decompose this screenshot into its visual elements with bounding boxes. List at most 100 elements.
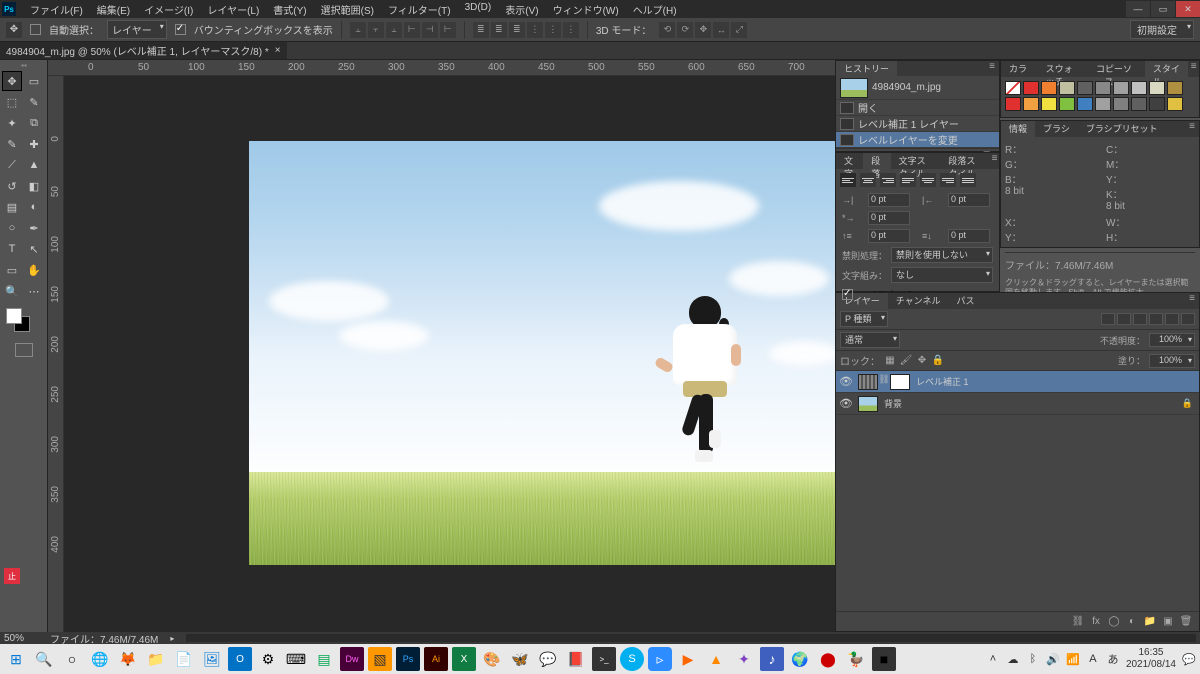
history-brush-tool[interactable]: ↺ (2, 176, 22, 196)
dist-hcenter-icon[interactable]: ⋮ (545, 22, 561, 38)
style-swatch[interactable] (1059, 97, 1075, 111)
marquee-tool[interactable]: ⬚ (2, 92, 22, 112)
tab-brush[interactable]: ブラシ (1035, 121, 1078, 137)
start-button[interactable]: ⊞ (4, 647, 28, 671)
style-swatch[interactable] (1059, 81, 1075, 95)
align-top-icon[interactable]: ⫠ (350, 22, 366, 38)
style-swatch[interactable] (1149, 81, 1165, 95)
panel-menu-icon[interactable]: ≡ (1188, 61, 1199, 77)
eyedropper-tool[interactable]: ✎ (2, 134, 22, 154)
3d-orbit-icon[interactable]: ⟲ (659, 22, 675, 38)
cmd-icon[interactable]: >_ (592, 647, 616, 671)
firefox-icon[interactable]: 🦊 (116, 647, 140, 671)
workspace-select[interactable]: 初期設定 (1130, 20, 1194, 39)
align-bottom-icon[interactable]: ⫠ (386, 22, 402, 38)
justify-center-button[interactable] (920, 173, 936, 187)
menu-layer[interactable]: レイヤー(L) (201, 0, 265, 19)
align-right-icon[interactable]: ⊢ (440, 22, 456, 38)
move-tool-icon[interactable]: ✥ (6, 22, 22, 38)
keyboard-icon[interactable]: ⌨ (284, 647, 308, 671)
3d-slide-icon[interactable]: ↔ (713, 22, 729, 38)
tab-channels[interactable]: チャンネル (888, 293, 949, 309)
align-center-button[interactable] (860, 173, 876, 187)
tab-history[interactable]: ヒストリー (836, 61, 897, 76)
new-layer-icon[interactable]: ▣ (1161, 615, 1175, 629)
link-layers-icon[interactable]: ⛓ (1071, 615, 1085, 629)
menu-image[interactable]: イメージ(I) (138, 0, 199, 19)
ime-a-icon[interactable]: A (1086, 652, 1100, 666)
lock-position-icon[interactable]: ✥ (916, 355, 928, 367)
tab-styles[interactable]: スタイル (1145, 61, 1188, 77)
minimize-button[interactable]: — (1126, 1, 1150, 17)
blend-mode-select[interactable]: 通常 (840, 332, 900, 348)
menu-select[interactable]: 選択範囲(S) (315, 0, 380, 19)
dark-icon[interactable]: ■ (872, 647, 896, 671)
indent-right-input[interactable]: 0 pt (948, 193, 990, 207)
music-icon[interactable]: ♪ (760, 647, 784, 671)
type-tool[interactable]: T (2, 239, 22, 259)
layer-kind-select[interactable]: P 種類 (840, 311, 888, 327)
settings-icon[interactable]: ⚙ (256, 647, 280, 671)
layer-item-background[interactable]: 👁 背景 🔒 (836, 393, 1199, 415)
tab-swatches[interactable]: スウォッチ (1038, 61, 1088, 77)
menu-view[interactable]: 表示(V) (499, 0, 544, 19)
outlook-icon[interactable]: O (228, 647, 252, 671)
pen-tool[interactable]: ✒ (24, 218, 44, 238)
mask-icon[interactable]: ◯ (1107, 615, 1121, 629)
cortana-icon[interactable]: ○ (60, 647, 84, 671)
layer-item-levels[interactable]: 👁 ⛓ レベル補正 1 (836, 371, 1199, 393)
tray-up-icon[interactable]: ˄ (986, 652, 1000, 666)
move-tool[interactable]: ✥ (2, 71, 22, 91)
chrome-icon[interactable]: 🌐 (88, 647, 112, 671)
filter-adjust-icon[interactable] (1117, 313, 1131, 325)
filter-type-icon[interactable] (1133, 313, 1147, 325)
lock-all-icon[interactable]: 🔒 (932, 355, 944, 367)
tab-brushpreset[interactable]: ブラシプリセット (1078, 121, 1166, 137)
3d-roll-icon[interactable]: ⟳ (677, 22, 693, 38)
dist-bottom-icon[interactable]: ≣ (509, 22, 525, 38)
brush-tool[interactable]: ⟋ (2, 155, 22, 175)
align-left-icon[interactable]: ⊢ (404, 22, 420, 38)
style-swatch[interactable] (1131, 97, 1147, 111)
zoom-tool[interactable]: 🔍 (2, 281, 22, 301)
mojikumi-select[interactable]: なし (891, 267, 993, 283)
photoshop-icon[interactable]: Ps (396, 647, 420, 671)
history-source[interactable]: 4984904_m.jpg (836, 76, 999, 100)
pdf-icon[interactable]: 📕 (564, 647, 588, 671)
quickselect-tool[interactable]: ✦ (2, 113, 22, 133)
gradient-tool[interactable]: ▤ (2, 197, 22, 217)
document-image[interactable] (249, 141, 835, 565)
butterfly-icon[interactable]: 🦋 (508, 647, 532, 671)
discord-icon[interactable]: 💬 (536, 647, 560, 671)
tab-character[interactable]: 文字 (836, 153, 863, 169)
close-tab-icon[interactable]: × (275, 45, 281, 56)
filter-toggle-icon[interactable] (1181, 313, 1195, 325)
fill-input[interactable]: 100% (1149, 354, 1195, 368)
justify-left-button[interactable] (900, 173, 916, 187)
photos-icon[interactable]: 🖼 (200, 647, 224, 671)
filter-pixel-icon[interactable] (1101, 313, 1115, 325)
style-swatch[interactable] (1113, 97, 1129, 111)
crop-tool[interactable]: ⧉ (24, 113, 44, 133)
style-swatch[interactable] (1077, 81, 1093, 95)
tab-copysource[interactable]: コピーソース (1088, 61, 1145, 77)
tab-color[interactable]: カラー (1001, 61, 1038, 77)
justify-all-button[interactable] (960, 173, 976, 187)
panel-menu-icon[interactable]: ≡ (1185, 293, 1199, 309)
lock-image-icon[interactable]: 🖌 (900, 355, 912, 367)
style-swatch[interactable] (1095, 81, 1111, 95)
bluetooth-icon[interactable]: ᛒ (1026, 652, 1040, 666)
onedrive-icon[interactable]: ☁ (1006, 652, 1020, 666)
style-swatch[interactable] (1023, 81, 1039, 95)
3d-pan-icon[interactable]: ✥ (695, 22, 711, 38)
path-tool[interactable]: ↖ (24, 239, 44, 259)
justify-right-button[interactable] (940, 173, 956, 187)
dist-vcenter-icon[interactable]: ≣ (491, 22, 507, 38)
history-item-modify-levels[interactable]: レベルレイヤーを変更 (836, 132, 999, 148)
excel-icon[interactable]: X (452, 647, 476, 671)
style-swatch[interactable] (1023, 97, 1039, 111)
media-icon[interactable]: ▶ (676, 647, 700, 671)
style-swatch[interactable] (1095, 97, 1111, 111)
app-icon[interactable]: ✦ (732, 647, 756, 671)
group-icon[interactable]: 📁 (1143, 615, 1157, 629)
